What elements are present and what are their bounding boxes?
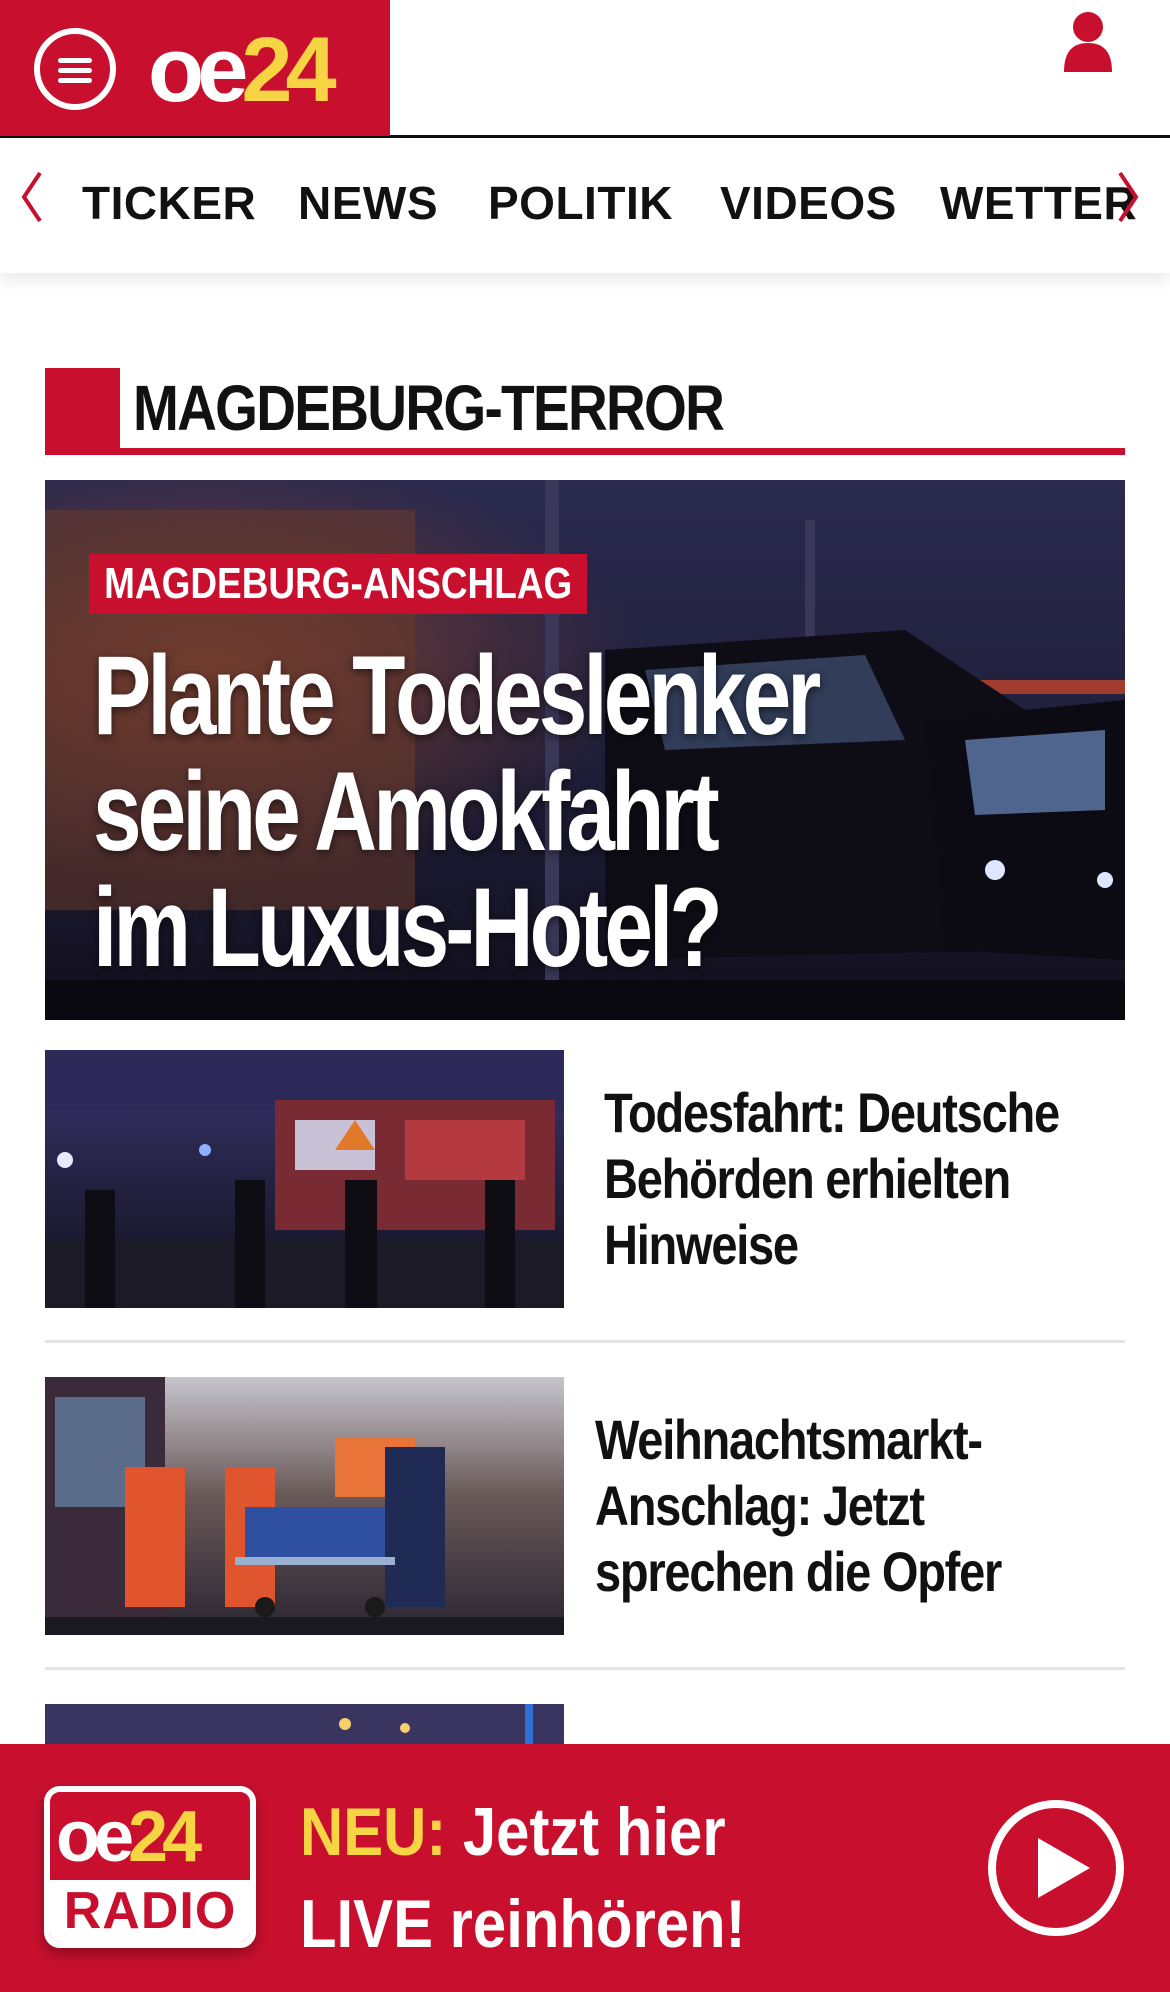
category-nav: TICKER NEWS POLITIK VIDEOS WETTER: [0, 141, 1170, 273]
article-item[interactable]: Weihnachtsmarkt-Anschlag: Jetzt sprechen…: [45, 1377, 1125, 1635]
chevron-right-icon[interactable]: [1114, 167, 1144, 227]
section-marker: [45, 368, 120, 452]
radio-logo-label: RADIO: [50, 1880, 250, 1942]
hamburger-menu-icon[interactable]: [34, 28, 116, 110]
divider: [45, 1667, 1125, 1670]
nav-item-wetter[interactable]: WETTER: [940, 177, 1137, 229]
article-title[interactable]: Weihnachtsmarkt-Anschlag: Jetzt sprechen…: [595, 1407, 1099, 1605]
hero-article[interactable]: MAGDEBURG-ANSCHLAG Plante Todeslenker se…: [45, 480, 1125, 1020]
nav-item-news[interactable]: NEWS: [298, 177, 438, 229]
top-header: oe24: [0, 0, 1170, 138]
chevron-left-icon[interactable]: [16, 167, 46, 227]
brand-block: oe24: [0, 0, 390, 136]
hero-title-line: Plante Todeslenker: [93, 633, 821, 758]
section-title[interactable]: MAGDEBURG-TERROR: [133, 372, 725, 444]
oe24-radio-logo[interactable]: oe24 RADIO: [44, 1786, 256, 1948]
radio-highlight: NEU:: [300, 1794, 447, 1870]
section-underline: [45, 448, 1125, 455]
radio-banner[interactable]: oe24 RADIO NEU: Jetzt hier LIVE reinhöre…: [0, 1744, 1170, 1992]
article-thumbnail: [45, 1377, 564, 1635]
article-thumbnail: [45, 1050, 564, 1308]
article-item[interactable]: Todesfahrt: Deutsche Behörden erhielten …: [45, 1050, 1125, 1308]
hero-title-line: seine Amokfahrt: [93, 749, 720, 874]
article-title[interactable]: Todesfahrt: Deutsche Behörden erhielten …: [604, 1080, 1108, 1278]
play-icon[interactable]: [988, 1800, 1124, 1936]
divider: [45, 1340, 1125, 1343]
hero-title-line: im Luxus-Hotel?: [93, 865, 723, 990]
hero-title[interactable]: Plante Todeslenker seine Amokfahrt im Lu…: [93, 638, 873, 986]
hero-kicker: MAGDEBURG-ANSCHLAG: [89, 554, 588, 614]
user-icon[interactable]: [1060, 10, 1116, 72]
nav-item-politik[interactable]: POLITIK: [488, 177, 673, 229]
nav-item-ticker[interactable]: TICKER: [82, 177, 256, 229]
nav-item-videos[interactable]: VIDEOS: [720, 177, 897, 229]
radio-line1: Jetzt hier: [446, 1794, 726, 1870]
radio-cta-text[interactable]: NEU: Jetzt hier LIVE reinhören!: [300, 1786, 746, 1970]
oe24-logo[interactable]: oe24: [148, 20, 337, 120]
radio-line2: LIVE reinhören!: [300, 1886, 746, 1962]
section-header: MAGDEBURG-TERROR: [45, 368, 1125, 456]
